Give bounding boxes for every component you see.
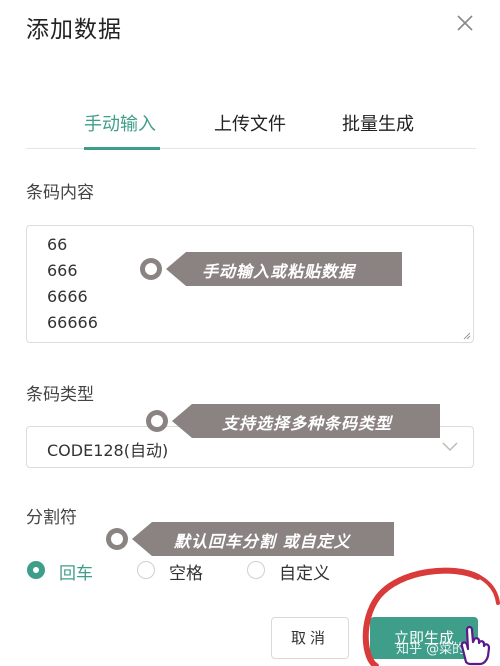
textarea-line: 66 (47, 235, 68, 254)
annotation-separator: 默认回车分割 或自定义 (106, 522, 394, 556)
cancel-button[interactable]: 取消 (271, 617, 349, 659)
textarea-line: 66666 (47, 313, 98, 332)
chevron-down-icon (442, 442, 458, 452)
radio-space-indicator (137, 561, 155, 579)
tab-bar: 手动输入 上传文件 批量生成 (26, 96, 476, 149)
barcode-type-value: CODE128(自动) (47, 441, 169, 460)
dialog-title: 添加数据 (26, 17, 122, 43)
annotation-text: 默认回车分割 或自定义 (174, 532, 351, 551)
textarea-line: 6666 (47, 287, 88, 306)
tab-manual-input[interactable]: 手动输入 (84, 110, 156, 136)
annotation-dot (146, 410, 168, 432)
annotation-text: 手动输入或粘贴数据 (202, 262, 356, 281)
radio-enter-indicator (27, 561, 45, 579)
annotation-dot (106, 528, 128, 550)
separator-label: 分割符 (26, 508, 77, 528)
barcode-content-label: 条码内容 (26, 183, 94, 203)
radio-custom-indicator (247, 561, 265, 579)
tab-upload-file[interactable]: 上传文件 (214, 110, 286, 136)
tab-batch-generate[interactable]: 批量生成 (342, 110, 414, 136)
close-icon (457, 15, 473, 31)
radio-custom-label: 自定义 (279, 564, 330, 584)
radio-space-label: 空格 (169, 564, 203, 584)
resize-grip-icon[interactable] (463, 332, 471, 340)
annotation-text: 支持选择多种条码类型 (222, 414, 393, 433)
hand-cursor-icon (460, 625, 491, 666)
active-tab-indicator (84, 147, 160, 150)
annotation-barcode-types: 支持选择多种条码类型 (146, 404, 440, 438)
barcode-type-label: 条码类型 (26, 385, 94, 405)
radio-enter-label: 回车 (59, 564, 93, 584)
textarea-line: 666 (47, 261, 78, 280)
annotation-dot (140, 258, 162, 280)
close-button[interactable] (454, 12, 476, 34)
annotation-manual-input: 手动输入或粘贴数据 (140, 252, 402, 286)
